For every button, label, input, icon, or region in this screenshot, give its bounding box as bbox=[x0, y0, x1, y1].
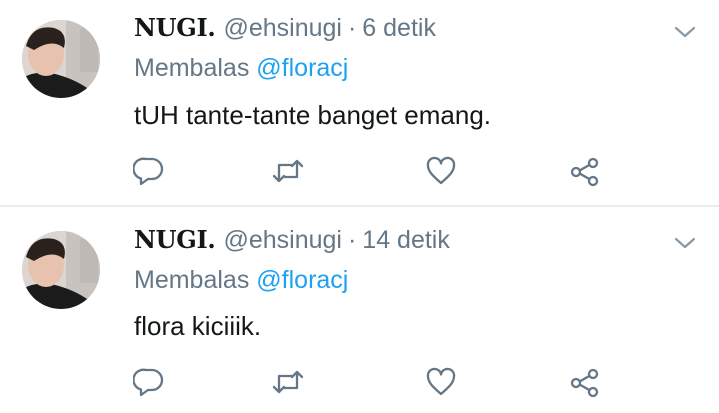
separator-dot: · bbox=[347, 14, 357, 42]
user-handle[interactable]: @ehsinugi bbox=[223, 14, 342, 42]
avatar[interactable] bbox=[22, 231, 100, 309]
reply-mention[interactable]: @floracj bbox=[256, 266, 348, 294]
retweet-icon bbox=[272, 159, 304, 183]
reply-context: Membalas @floracj bbox=[134, 54, 348, 83]
reply-icon bbox=[133, 368, 164, 397]
share-button[interactable] bbox=[569, 366, 601, 398]
retweet-button[interactable] bbox=[272, 366, 304, 398]
retweet-button[interactable] bbox=[272, 155, 304, 187]
reply-prefix: Membalas bbox=[134, 266, 250, 294]
tweet-text: tUH tante-tante banget emang. bbox=[134, 100, 492, 130]
tweet-text: flora kiciiik. bbox=[134, 311, 262, 341]
retweet-icon bbox=[272, 370, 304, 394]
separator-dot: · bbox=[347, 226, 357, 254]
tweet[interactable]: NUGI. @ehsinugi · 6 detik Membalas @floracj… bbox=[0, 0, 719, 206]
user-handle[interactable]: @ehsinugi bbox=[223, 226, 342, 254]
reply-prefix: Membalas bbox=[134, 54, 250, 82]
chevron-down-icon[interactable] bbox=[674, 24, 696, 40]
like-button[interactable] bbox=[425, 366, 457, 398]
display-name[interactable]: NUGI. bbox=[134, 225, 216, 254]
reply-icon bbox=[133, 157, 164, 186]
avatar[interactable] bbox=[22, 20, 100, 98]
heart-icon bbox=[426, 367, 456, 396]
reply-context: Membalas @floracj bbox=[134, 266, 348, 295]
share-button[interactable] bbox=[569, 155, 601, 187]
reply-button[interactable] bbox=[133, 155, 165, 187]
heart-icon bbox=[426, 156, 456, 185]
reply-mention[interactable]: @floracj bbox=[256, 54, 348, 82]
timestamp[interactable]: 14 detik bbox=[362, 226, 450, 254]
display-name[interactable]: NUGI. bbox=[134, 13, 216, 42]
share-icon bbox=[570, 368, 599, 398]
like-button[interactable] bbox=[425, 155, 457, 187]
reply-button[interactable] bbox=[133, 366, 165, 398]
timestamp[interactable]: 6 detik bbox=[362, 14, 436, 42]
tweet-header: NUGI. @ehsinugi · 6 detik bbox=[134, 9, 436, 47]
tweet-header: NUGI. @ehsinugi · 14 detik bbox=[134, 221, 450, 259]
share-icon bbox=[570, 157, 599, 187]
tweet[interactable]: NUGI. @ehsinugi · 14 detik Membalas @florac… bbox=[0, 207, 719, 413]
chevron-down-icon[interactable] bbox=[674, 235, 696, 251]
